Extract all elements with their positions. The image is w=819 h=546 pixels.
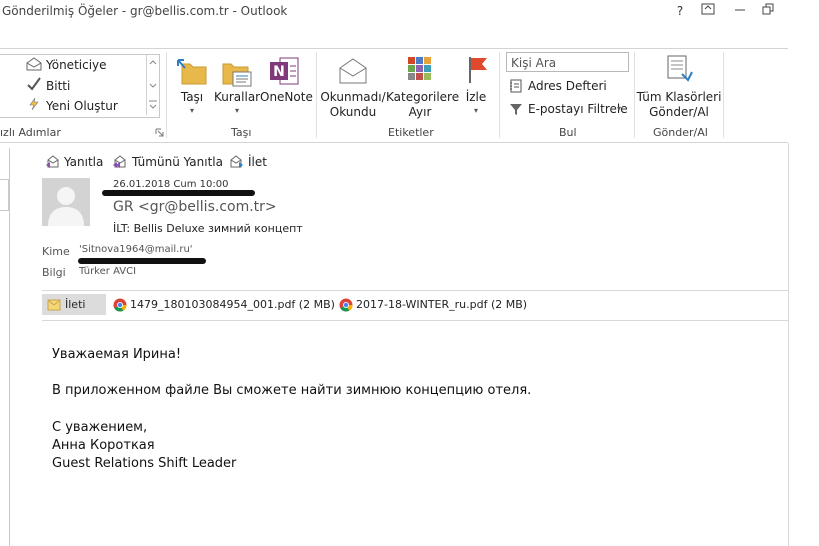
ribbon-display-options-button[interactable]: [698, 3, 718, 19]
help-button[interactable]: ?: [670, 3, 690, 19]
read-unread-label-1: Okunmadı/: [320, 90, 386, 104]
ribbon-top-border: [0, 48, 788, 49]
chrome-icon: [339, 298, 353, 312]
envelope-open-icon: [339, 58, 367, 84]
group-separator: [316, 52, 317, 138]
filter-dropdown-icon: ▾: [617, 104, 622, 113]
onenote-icon: N: [270, 57, 299, 85]
message-tab[interactable]: İleti: [42, 294, 106, 315]
forward-icon: [230, 155, 243, 168]
tags-group-label: Etiketler: [388, 126, 434, 139]
ribbon-bottom-border: [0, 142, 788, 143]
followup-button-label: İzle: [465, 90, 487, 104]
message-date: 26.01.2018 Cum 10:00: [113, 179, 229, 190]
message-tab-label: İleti: [65, 298, 86, 311]
find-group-label: Bul: [559, 126, 577, 139]
quick-steps-scrollbar[interactable]: [146, 55, 159, 115]
group-separator: [166, 52, 167, 138]
filter-email-label: E-postayı Filtrele: [528, 102, 628, 116]
send-receive-label-1: Tüm Klasörleri: [636, 90, 722, 104]
gallery-more-icon: [149, 100, 157, 109]
rules-dropdown-icon: ▾: [234, 106, 239, 115]
redaction-mark: [102, 190, 255, 196]
quick-steps-group-label: ızlı Adımlar: [0, 126, 61, 139]
manager-icon: [26, 57, 42, 71]
categorize-label-2: Ayır: [408, 105, 432, 119]
body-greeting: Уважаемая Ирина!: [52, 347, 182, 362]
attachments-top-border: [42, 290, 788, 291]
cc-recipient[interactable]: Türker AVCI: [79, 266, 136, 277]
body-closing: С уважением,: [52, 420, 148, 435]
onenote-button[interactable]: N OneNote: [260, 52, 313, 122]
scroll-up-icon: [149, 60, 157, 65]
rules-button-label: Kurallar: [214, 90, 261, 104]
attachment-file-1-label: 1479_180103084954_001.pdf (2 MB): [130, 298, 335, 311]
minimize-button[interactable]: [730, 3, 750, 19]
flag-icon: [469, 57, 487, 83]
move-dropdown-icon: ▾: [189, 106, 194, 115]
send-receive-all-button[interactable]: Tüm Klasörleri Gönder/Al: [636, 52, 722, 124]
envelope-icon: [47, 299, 61, 311]
forward-label: İlet: [248, 155, 267, 169]
read-unread-button[interactable]: Okunmadı/ Okundu: [320, 52, 386, 124]
sender-avatar: [42, 178, 90, 226]
read-unread-label-2: Okundu: [329, 105, 377, 119]
window-title: Gönderilmiş Öğeler - gr@bellis.com.tr - …: [2, 4, 288, 18]
rules-icon: [222, 63, 252, 87]
send-receive-label-2: Gönder/Al: [649, 105, 709, 119]
person-placeholder-icon: [48, 187, 84, 226]
message-list-scroll-thumb[interactable]: [0, 179, 9, 211]
move-folder-icon: [177, 59, 207, 85]
body-signature-name: Анна Короткая: [52, 438, 155, 453]
group-separator: [634, 52, 635, 138]
send-receive-group-label: Gönder/Al: [653, 126, 708, 139]
followup-button[interactable]: İzle ▾: [458, 52, 494, 124]
ribbon-display-icon: [701, 3, 715, 15]
chrome-icon: [113, 298, 127, 312]
move-group-label: Taşı: [231, 126, 252, 139]
reply-icon: [46, 155, 59, 168]
group-separator: [723, 52, 724, 138]
dialog-launcher-icon[interactable]: [155, 128, 164, 137]
minimize-icon: [735, 9, 745, 11]
group-separator: [499, 52, 500, 138]
quick-step-manager-label: Yöneticiye: [46, 58, 107, 72]
move-button[interactable]: Taşı ▾: [174, 52, 210, 122]
move-button-label: Taşı: [180, 90, 204, 104]
attachment-file-2-label: 2017-18-WINTER_ru.pdf (2 MB): [356, 298, 528, 311]
body-signature-position: Guest Relations Shift Leader: [52, 456, 237, 471]
reply-label: Yanıtla: [64, 155, 104, 169]
to-recipient[interactable]: 'Sitnova1964@mail.ru': [79, 244, 193, 255]
message-subject: İLT: Bellis Deluxe зимний концепт: [113, 222, 303, 235]
lightning-icon: [29, 97, 39, 111]
sender-name[interactable]: GR <gr@bellis.com.tr>: [113, 199, 277, 215]
restore-button[interactable]: [758, 3, 778, 19]
quick-step-done-label: Bitti: [46, 79, 71, 93]
people-search-input[interactable]: Kişi Ara: [506, 52, 629, 72]
cc-label: Bilgi: [42, 266, 66, 279]
reply-all-label: Tümünü Yanıtla: [132, 155, 223, 169]
filter-icon: [510, 104, 522, 115]
attachments-bottom-border: [42, 320, 788, 321]
checkmark-icon: [27, 77, 41, 91]
restore-icon: [762, 3, 774, 15]
followup-dropdown-icon: ▾: [473, 106, 478, 115]
body-line-1: В приложенном файле Вы сможете найти зим…: [52, 383, 532, 398]
rules-button[interactable]: Kurallar ▾: [214, 52, 260, 122]
categorize-button[interactable]: Kategorilere Ayır: [386, 52, 460, 124]
onenote-button-label: OneNote: [260, 90, 313, 104]
svg-text:N: N: [273, 64, 285, 80]
categorize-label-1: Kategorilere: [386, 90, 460, 104]
scroll-down-icon: [149, 83, 157, 88]
reply-all-icon: [113, 155, 126, 168]
to-label: Kime: [42, 245, 70, 258]
quick-step-create-new-label: Yeni Oluştur: [46, 99, 118, 113]
address-book-label: Adres Defteri: [528, 79, 607, 93]
categorize-icon: [408, 57, 431, 80]
redaction-mark: [78, 258, 206, 264]
reading-pane-right-border: [788, 143, 789, 546]
send-receive-icon: [667, 55, 693, 82]
address-book-icon: [510, 79, 522, 93]
